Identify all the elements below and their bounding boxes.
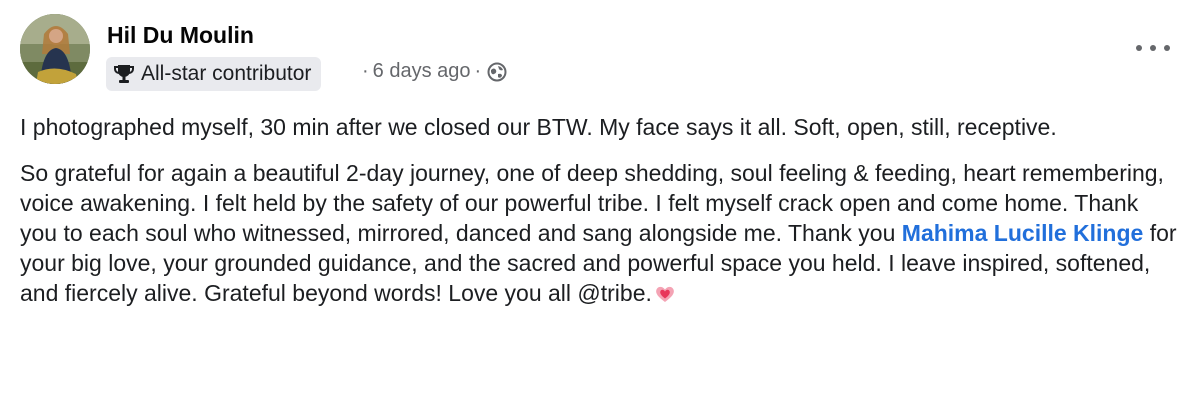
avatar-photo xyxy=(20,14,90,84)
post-paragraph: So grateful for again a beautiful 2-day … xyxy=(20,158,1180,308)
more-options-icon xyxy=(1136,45,1142,51)
post-card: Hil Du Moulin All-star contributor · 6 d… xyxy=(0,0,1200,412)
trophy-icon xyxy=(114,63,134,85)
contributor-badge[interactable]: All-star contributor xyxy=(106,57,322,91)
post-timestamp[interactable]: 6 days ago xyxy=(373,60,471,83)
more-options-icon xyxy=(1150,45,1156,51)
avatar[interactable] xyxy=(20,14,90,84)
more-options-icon xyxy=(1164,45,1170,51)
post-body: I photographed myself, 30 min after we c… xyxy=(20,112,1180,308)
post-meta: · 6 days ago · xyxy=(358,60,507,83)
more-options-button[interactable] xyxy=(1136,36,1170,60)
badge-label: All-star contributor xyxy=(141,62,312,85)
author-name[interactable]: Hil Du Moulin xyxy=(107,22,254,49)
user-mention-link[interactable]: Mahima Lucille Klinge xyxy=(902,220,1144,246)
meta-separator: · xyxy=(474,60,482,82)
globe-icon[interactable] xyxy=(487,62,507,82)
meta-separator: · xyxy=(362,60,369,82)
heart-emoji-icon xyxy=(654,282,676,304)
post-paragraph: I photographed myself, 30 min after we c… xyxy=(20,114,1057,140)
